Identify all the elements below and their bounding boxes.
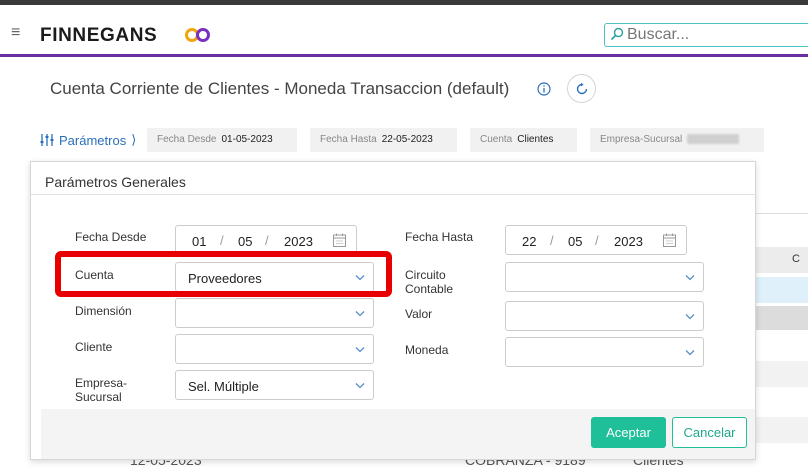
parameters-bar: Parámetros ⟩ Fecha Desde 01-05-2023 Fecha… bbox=[40, 128, 808, 152]
highlight-annotation bbox=[55, 251, 392, 297]
chevron-down-icon bbox=[355, 311, 365, 317]
accept-button[interactable]: Aceptar bbox=[591, 417, 666, 448]
circuito-contable-select[interactable] bbox=[505, 262, 704, 292]
chevron-down-icon bbox=[355, 383, 365, 389]
cliente-label: Cliente bbox=[75, 340, 113, 354]
refresh-button[interactable] bbox=[567, 74, 596, 103]
search-icon bbox=[610, 27, 624, 41]
refresh-icon bbox=[576, 82, 588, 95]
page-title: Cuenta Corriente de Clientes - Moneda Tr… bbox=[50, 79, 510, 98]
brand-logo[interactable]: FINNEGANS bbox=[40, 25, 157, 47]
header-accent-line bbox=[0, 54, 808, 57]
chevron-down-icon bbox=[685, 275, 695, 281]
cancel-button[interactable]: Cancelar bbox=[672, 417, 747, 448]
chip-fecha-hasta: Fecha Hasta 22-05-2023 bbox=[310, 128, 457, 152]
search-box[interactable] bbox=[604, 23, 808, 47]
chip-fecha-desde: Fecha Desde 01-05-2023 bbox=[147, 128, 297, 152]
empresa-sucursal-select[interactable]: Sel. Múltiple bbox=[175, 370, 374, 400]
cliente-select[interactable] bbox=[175, 334, 374, 364]
calendar-icon[interactable] bbox=[333, 233, 346, 247]
chip-cuenta: Cuenta Clientes bbox=[470, 128, 577, 152]
redacted-value bbox=[687, 134, 740, 145]
moneda-label: Moneda bbox=[405, 343, 449, 357]
table-row bbox=[755, 306, 808, 330]
empresa-sucursal-label: Empresa-Sucursal bbox=[75, 376, 128, 404]
fecha-hasta-input[interactable]: 22 / 05 / 2023 bbox=[505, 225, 687, 255]
info-icon[interactable] bbox=[537, 82, 551, 96]
sliders-icon bbox=[40, 134, 54, 146]
calendar-icon[interactable] bbox=[663, 233, 676, 247]
dimension-select[interactable] bbox=[175, 298, 374, 328]
modal-title: Parámetros Generales bbox=[45, 174, 186, 190]
chevron-right-icon: ⟩ bbox=[131, 132, 137, 147]
modal-divider bbox=[31, 194, 755, 195]
dimension-label: Dimensión bbox=[75, 304, 132, 318]
chevron-down-icon bbox=[355, 347, 365, 353]
table-row bbox=[755, 277, 808, 303]
table-row bbox=[755, 417, 808, 443]
table-row bbox=[755, 361, 808, 387]
app-header: ≡ FINNEGANS bbox=[0, 5, 808, 55]
circuito-contable-label: Circuito Contable bbox=[405, 268, 454, 296]
fecha-desde-label: Fecha Desde bbox=[75, 230, 147, 244]
moneda-select[interactable] bbox=[505, 337, 704, 367]
brand-mark-icon bbox=[185, 28, 210, 42]
menu-icon[interactable]: ≡ bbox=[11, 25, 20, 41]
table-header: C bbox=[755, 247, 808, 273]
chevron-down-icon bbox=[685, 314, 695, 320]
background-table: C bbox=[755, 213, 808, 462]
valor-select[interactable] bbox=[505, 301, 704, 331]
fecha-hasta-label: Fecha Hasta bbox=[405, 230, 474, 244]
search-input[interactable] bbox=[627, 25, 807, 45]
parameters-link[interactable]: Parámetros ⟩ bbox=[40, 132, 136, 148]
valor-label: Valor bbox=[405, 307, 433, 321]
parameters-link-label: Parámetros bbox=[59, 132, 127, 148]
chevron-down-icon bbox=[685, 350, 695, 356]
chip-empresa-sucursal: Empresa-Sucursal bbox=[590, 128, 764, 152]
parameters-modal: Parámetros Generales Fecha Desde 01 / 05… bbox=[30, 161, 756, 460]
